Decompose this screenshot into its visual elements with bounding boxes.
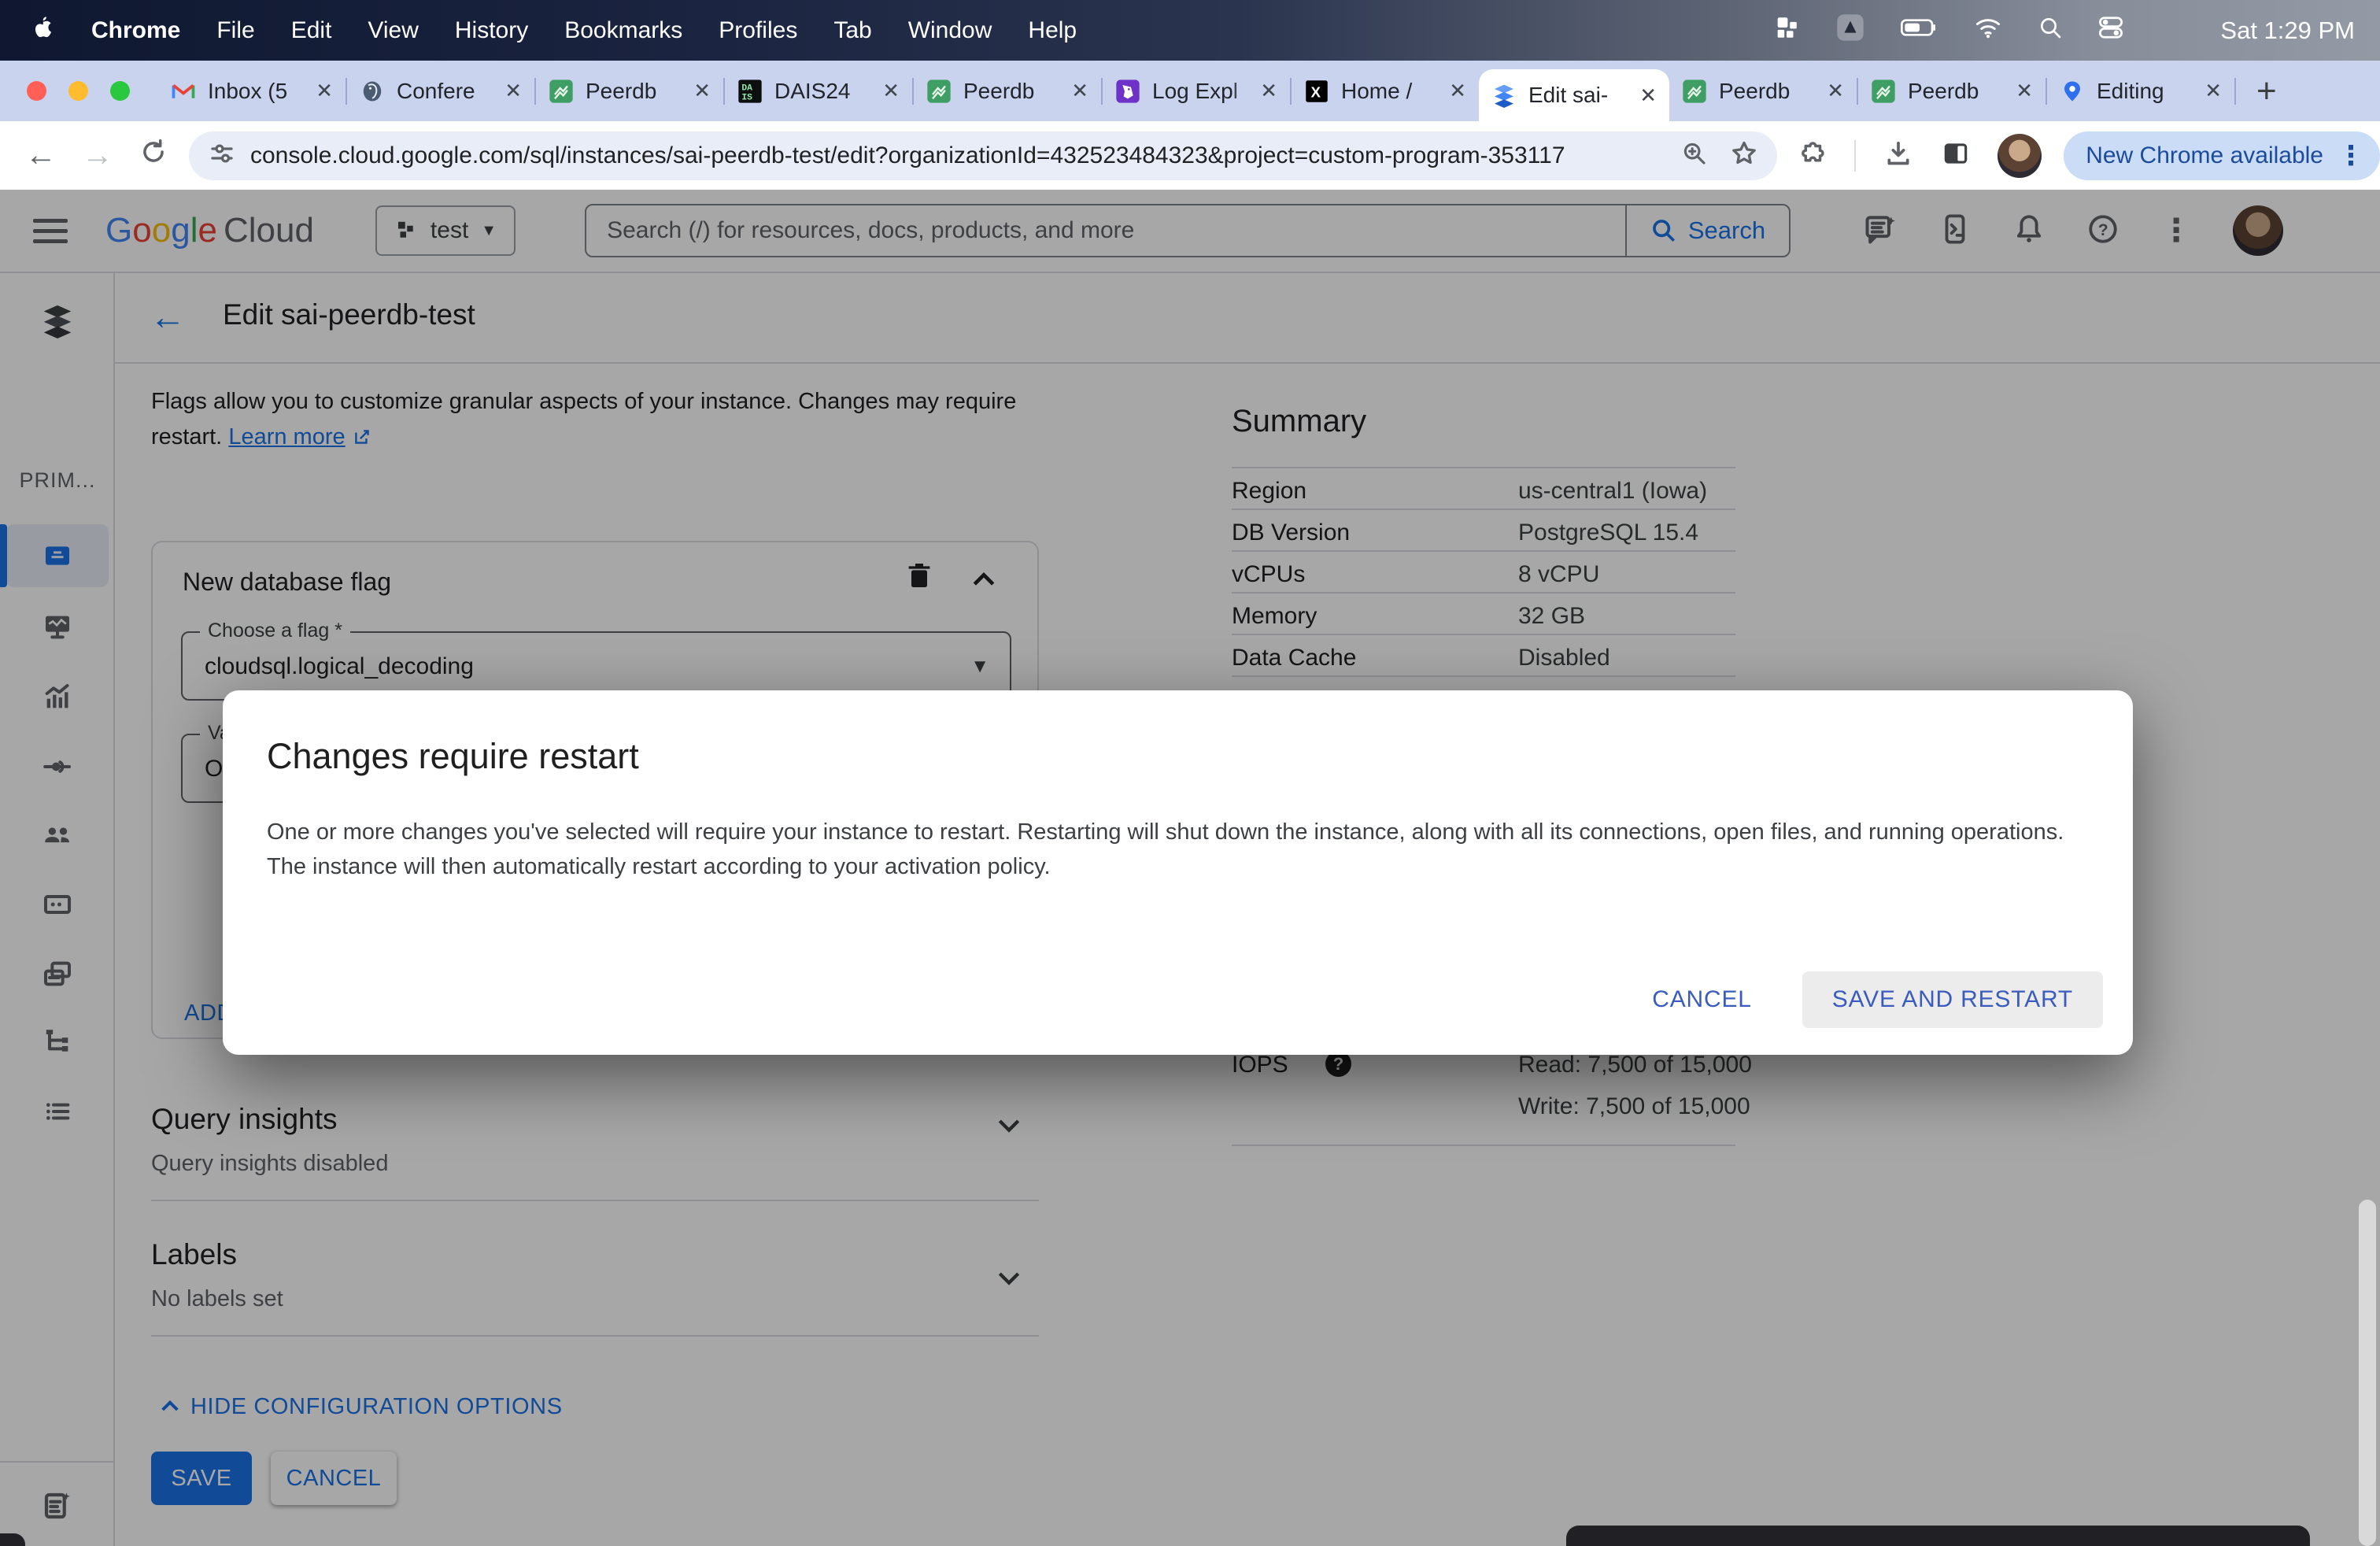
tab-log-explorer[interactable]: Log Expl ✕	[1103, 61, 1290, 121]
location-pin-icon	[2060, 79, 2085, 104]
dialog-body-text: One or more changes you've selected will…	[267, 819, 2064, 879]
close-tab-icon[interactable]: ✕	[316, 79, 333, 103]
menu-tab[interactable]: Tab	[833, 17, 871, 44]
svg-text:IS: IS	[741, 93, 752, 102]
browser-menu-icon[interactable]: ⋮	[2338, 140, 2364, 172]
apple-menu-icon[interactable]	[30, 15, 55, 46]
tab-inbox[interactable]: Inbox (5 ✕	[158, 61, 346, 121]
minimize-window-button[interactable]	[68, 81, 88, 101]
tab-editing[interactable]: Editing ✕	[2047, 61, 2234, 121]
svg-text:DA: DA	[741, 83, 752, 93]
tab-label: Confere	[397, 78, 475, 103]
dais-icon: DA IS	[737, 79, 763, 104]
close-tab-icon[interactable]: ✕	[504, 79, 522, 103]
peerdb-icon	[1682, 79, 1707, 104]
stats-widget-icon[interactable]	[1773, 14, 1800, 47]
battery-icon	[1901, 16, 1938, 46]
menu-history[interactable]: History	[455, 17, 528, 44]
forward-icon[interactable]: →	[82, 138, 113, 173]
peerdb-icon	[549, 79, 574, 104]
changes-require-restart-dialog: Changes require restart One or more chan…	[223, 690, 2133, 1055]
menubar-clock[interactable]: Sat 1:29 PM	[2220, 17, 2355, 45]
x-icon: X	[1304, 79, 1329, 104]
dialog-title: Changes require restart	[267, 736, 639, 776]
gmail-icon	[171, 79, 196, 104]
close-tab-icon[interactable]: ✕	[2204, 79, 2222, 103]
menubar-app-icon[interactable]	[1835, 12, 1866, 50]
peerdb-icon	[926, 79, 952, 104]
url-text[interactable]: console.cloud.google.com/sql/instances/s…	[250, 142, 1681, 169]
close-tab-icon[interactable]: ✕	[693, 79, 711, 103]
toolbar-divider	[1854, 139, 1857, 172]
window-controls	[0, 81, 158, 101]
tab-peerdb-1[interactable]: Peerdb ✕	[536, 61, 723, 121]
datadog-icon	[1115, 79, 1140, 104]
dialog-cancel-button[interactable]: CANCEL	[1636, 986, 1768, 1013]
menu-bookmarks[interactable]: Bookmarks	[564, 17, 682, 44]
spotlight-search-icon[interactable]	[2038, 15, 2063, 46]
browser-toolbar: ← → console.cloud.google.com/sql/instanc…	[0, 121, 2380, 190]
tab-edit-sai-active[interactable]: Edit sai- ✕	[1479, 69, 1669, 121]
scrollbar-thumb[interactable]	[2359, 1200, 2376, 1546]
tab-x-home[interactable]: X Home / ✕	[1292, 61, 1479, 121]
browser-profile-avatar[interactable]	[1998, 133, 2042, 178]
menu-chrome[interactable]: Chrome	[91, 17, 180, 44]
address-bar[interactable]: console.cloud.google.com/sql/instances/s…	[189, 131, 1778, 180]
zoom-window-button[interactable]	[110, 81, 130, 101]
back-icon[interactable]: ←	[25, 138, 57, 173]
chrome-tab-strip: Inbox (5 ✕ Confere ✕ Peerdb ✕ DA IS DAIS2…	[0, 61, 2380, 172]
menu-edit[interactable]: Edit	[291, 17, 332, 44]
tab-label: Peerdb	[1908, 78, 1979, 103]
peerdb-icon	[1871, 79, 1896, 104]
tab-peerdb-3[interactable]: Peerdb ✕	[1669, 61, 1857, 121]
zoom-page-icon[interactable]	[1681, 140, 1708, 171]
reload-icon[interactable]	[139, 137, 168, 175]
close-tab-icon[interactable]: ✕	[882, 79, 900, 103]
tab-label: DAIS24	[774, 78, 851, 103]
tab-peerdb-4[interactable]: Peerdb ✕	[1858, 61, 2046, 121]
tab-label: Editing	[2097, 78, 2164, 103]
close-window-button[interactable]	[27, 81, 46, 101]
close-tab-icon[interactable]: ✕	[1071, 79, 1088, 103]
postgresql-icon	[360, 79, 385, 104]
wifi-icon[interactable]	[1973, 16, 2003, 46]
menu-window[interactable]: Window	[908, 17, 992, 44]
download-icon[interactable]	[1883, 138, 1914, 173]
close-tab-icon[interactable]: ✕	[2016, 79, 2033, 103]
side-panel-icon[interactable]	[1941, 139, 1971, 172]
tab-peerdb-2[interactable]: Peerdb ✕	[914, 61, 1101, 121]
siri-icon[interactable]	[2159, 17, 2186, 44]
tab-conference[interactable]: Confere ✕	[347, 61, 534, 121]
new-tab-button[interactable]: +	[2256, 72, 2277, 111]
close-tab-icon[interactable]: ✕	[1449, 79, 1466, 103]
menu-help[interactable]: Help	[1028, 17, 1077, 44]
close-tab-icon[interactable]: ✕	[1639, 83, 1657, 108]
tab-label: Edit sai-	[1528, 83, 1609, 107]
cloud-sql-icon	[1491, 83, 1517, 108]
menu-profiles[interactable]: Profiles	[719, 17, 797, 44]
tab-label: Log Expl	[1152, 78, 1238, 103]
svg-text:X: X	[1311, 83, 1321, 100]
tab-label: Inbox (5	[208, 78, 288, 103]
bookmark-star-icon[interactable]	[1730, 139, 1758, 172]
tab-label: Peerdb	[586, 78, 657, 103]
site-settings-icon[interactable]	[208, 139, 236, 172]
close-tab-icon[interactable]: ✕	[1827, 79, 1844, 103]
macos-menu-bar: Chrome File Edit View History Bookmarks …	[0, 0, 2380, 61]
menu-file[interactable]: File	[216, 17, 254, 44]
dialog-save-and-restart-button[interactable]: SAVE AND RESTART	[1802, 971, 2103, 1028]
chrome-update-pill[interactable]: New Chrome available ⋮	[2064, 131, 2380, 180]
tab-label: Home /	[1341, 78, 1413, 103]
macos-dock-edge[interactable]	[1566, 1526, 2310, 1546]
control-center-icon[interactable]	[2097, 16, 2124, 46]
tab-label: Peerdb	[1719, 78, 1791, 103]
tab-dais24[interactable]: DA IS DAIS24 ✕	[725, 61, 912, 121]
close-tab-icon[interactable]: ✕	[1260, 79, 1277, 103]
extensions-icon[interactable]	[1798, 139, 1828, 172]
tab-label: Peerdb	[963, 78, 1035, 103]
menu-view[interactable]: View	[368, 17, 418, 44]
update-pill-label: New Chrome available	[2086, 142, 2323, 168]
